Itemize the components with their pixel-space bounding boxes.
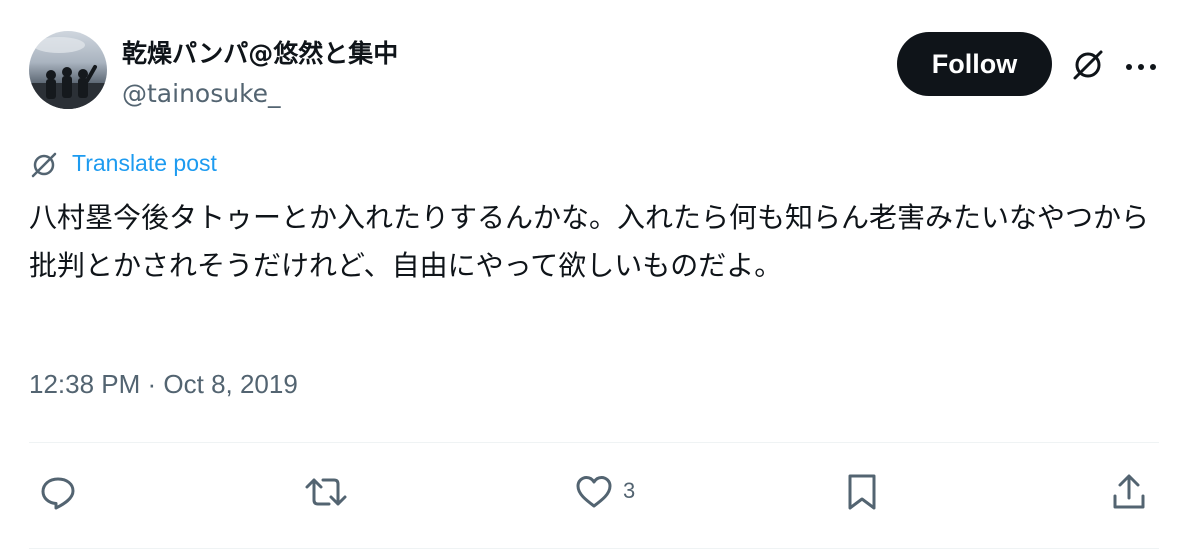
translate-post-link[interactable]: Translate post [72, 150, 217, 177]
bookmark-icon[interactable] [845, 472, 879, 512]
grok-icon[interactable] [1070, 47, 1106, 83]
share-icon[interactable] [1111, 472, 1147, 512]
more-icon[interactable] [1124, 58, 1158, 70]
translate-icon[interactable] [29, 150, 59, 180]
reply-icon[interactable] [38, 472, 78, 512]
divider [29, 548, 1159, 549]
display-name[interactable]: 乾燥パンパ@悠然と集中 [122, 34, 398, 70]
divider [29, 442, 1159, 443]
like-icon[interactable] [574, 472, 614, 512]
tweet-text: 八村塁今後タトゥーとか入れたりするんかな。入れたら何も知らん老害みたいなやつから… [29, 201, 1150, 282]
follow-button[interactable]: Follow [897, 32, 1052, 96]
user-handle[interactable]: @tainosuke_ [122, 79, 281, 108]
retweet-icon[interactable] [304, 472, 348, 512]
timestamp[interactable]: 12:38 PM · Oct 8, 2019 [29, 369, 298, 400]
like-count: 3 [623, 478, 636, 503]
avatar[interactable] [29, 31, 107, 109]
